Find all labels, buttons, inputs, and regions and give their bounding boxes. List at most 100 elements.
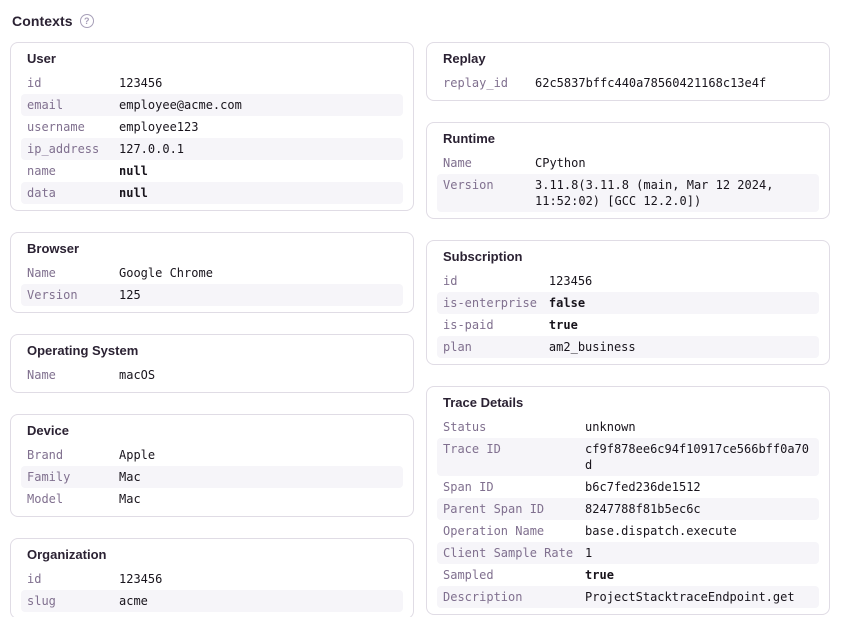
context-row: Model Mac	[21, 488, 403, 510]
row-value: 123456	[113, 72, 403, 94]
row-value: unknown	[579, 416, 819, 438]
row-value: CPython	[529, 152, 819, 174]
context-row: Status unknown	[437, 416, 819, 438]
card-user: User id 123456 email employee@acme.com u…	[10, 42, 414, 211]
row-value: null	[113, 182, 403, 204]
row-key: name	[21, 160, 113, 182]
key-value-table: Name macOS	[21, 364, 403, 386]
section-header: Contexts ?	[12, 12, 830, 30]
row-key: is-enterprise	[437, 292, 543, 314]
row-key: plan	[437, 336, 543, 358]
section-title: Contexts	[12, 13, 73, 29]
context-row: username employee123	[21, 116, 403, 138]
card-title: Subscription	[437, 247, 819, 270]
row-key: id	[21, 72, 113, 94]
context-row: is-enterprise false	[437, 292, 819, 314]
context-row: Description ProjectStacktraceEndpoint.ge…	[437, 586, 819, 608]
context-row: Span ID b6c7fed236de1512	[437, 476, 819, 498]
context-row: Version 3.11.8(3.11.8 (main, Mar 12 2024…	[437, 174, 819, 212]
context-row: id 123456	[21, 568, 403, 590]
row-value: base.dispatch.execute	[579, 520, 819, 542]
row-value: am2_business	[543, 336, 819, 358]
row-value: b6c7fed236de1512	[579, 476, 819, 498]
context-row: slug acme	[21, 590, 403, 612]
row-key: id	[437, 270, 543, 292]
row-key: replay_id	[437, 72, 529, 94]
row-value: macOS	[113, 364, 403, 386]
row-key: Span ID	[437, 476, 579, 498]
row-value: employee@acme.com	[113, 94, 403, 116]
row-key: Name	[21, 262, 113, 284]
context-row: Version 125	[21, 284, 403, 306]
row-value: true	[579, 564, 819, 586]
context-row: Trace ID cf9f878ee6c94f10917ce566bff0a70…	[437, 438, 819, 476]
context-row: Name CPython	[437, 152, 819, 174]
row-key: is-paid	[437, 314, 543, 336]
row-key: Name	[437, 152, 529, 174]
row-key: slug	[21, 590, 113, 612]
key-value-table: Brand Apple Family Mac Model Mac	[21, 444, 403, 510]
help-question-icon[interactable]: ?	[80, 14, 94, 28]
row-value: 3.11.8(3.11.8 (main, Mar 12 2024, 11:52:…	[529, 174, 819, 212]
card-subscription: Subscription id 123456 is-enterprise fal…	[426, 240, 830, 365]
key-value-table: Name Google Chrome Version 125	[21, 262, 403, 306]
context-row: Name Google Chrome	[21, 262, 403, 284]
row-value: employee123	[113, 116, 403, 138]
context-row: email employee@acme.com	[21, 94, 403, 116]
right-column: Replay replay_id 62c5837bffc440a78560421…	[426, 42, 830, 615]
card-title: Device	[21, 421, 403, 444]
row-key: Description	[437, 586, 579, 608]
card-title: Trace Details	[437, 393, 819, 416]
row-key: Version	[437, 174, 529, 212]
context-row: Sampled true	[437, 564, 819, 586]
key-value-table: id 123456 email employee@acme.com userna…	[21, 72, 403, 204]
row-key: data	[21, 182, 113, 204]
context-row: id 123456	[437, 270, 819, 292]
card-replay: Replay replay_id 62c5837bffc440a78560421…	[426, 42, 830, 101]
contexts-section: Contexts ? User id 123456 email employee…	[0, 0, 844, 617]
context-row: Family Mac	[21, 466, 403, 488]
row-key: username	[21, 116, 113, 138]
row-value: 1	[579, 542, 819, 564]
card-title: Runtime	[437, 129, 819, 152]
row-value: Mac	[113, 488, 403, 510]
context-row: data null	[21, 182, 403, 204]
card-title: User	[21, 49, 403, 72]
context-row: replay_id 62c5837bffc440a78560421168c13e…	[437, 72, 819, 94]
key-value-table: id 123456 is-enterprise false is-paid tr…	[437, 270, 819, 358]
row-value: 123456	[113, 568, 403, 590]
row-value: ProjectStacktraceEndpoint.get	[579, 586, 819, 608]
row-value: 123456	[543, 270, 819, 292]
row-value: acme	[113, 590, 403, 612]
row-value: 125	[113, 284, 403, 306]
key-value-table: id 123456 slug acme	[21, 568, 403, 612]
context-columns: User id 123456 email employee@acme.com u…	[10, 42, 830, 617]
context-row: Parent Span ID 8247788f81b5ec6c	[437, 498, 819, 520]
row-key: Parent Span ID	[437, 498, 579, 520]
row-key: Family	[21, 466, 113, 488]
key-value-table: Status unknown Trace ID cf9f878ee6c94f10…	[437, 416, 819, 608]
trace-id-link[interactable]: cf9f878ee6c94f10917ce566bff0a70d	[579, 438, 819, 476]
row-key: Model	[21, 488, 113, 510]
context-row: ip_address 127.0.0.1	[21, 138, 403, 160]
row-value: Google Chrome	[113, 262, 403, 284]
context-row: Operation Name base.dispatch.execute	[437, 520, 819, 542]
row-key: Client Sample Rate	[437, 542, 579, 564]
row-key: id	[21, 568, 113, 590]
key-value-table: Name CPython Version 3.11.8(3.11.8 (main…	[437, 152, 819, 212]
card-browser: Browser Name Google Chrome Version 125	[10, 232, 414, 313]
row-value: 62c5837bffc440a78560421168c13e4f	[529, 72, 819, 94]
context-row: id 123456	[21, 72, 403, 94]
left-column: User id 123456 email employee@acme.com u…	[10, 42, 414, 617]
row-value: 127.0.0.1	[113, 138, 403, 160]
row-key: Status	[437, 416, 579, 438]
row-key: Version	[21, 284, 113, 306]
row-key: email	[21, 94, 113, 116]
row-value: 8247788f81b5ec6c	[579, 498, 819, 520]
card-organization: Organization id 123456 slug acme	[10, 538, 414, 617]
row-value: null	[113, 160, 403, 182]
card-title: Organization	[21, 545, 403, 568]
row-value: false	[543, 292, 819, 314]
row-key: Operation Name	[437, 520, 579, 542]
row-key: ip_address	[21, 138, 113, 160]
